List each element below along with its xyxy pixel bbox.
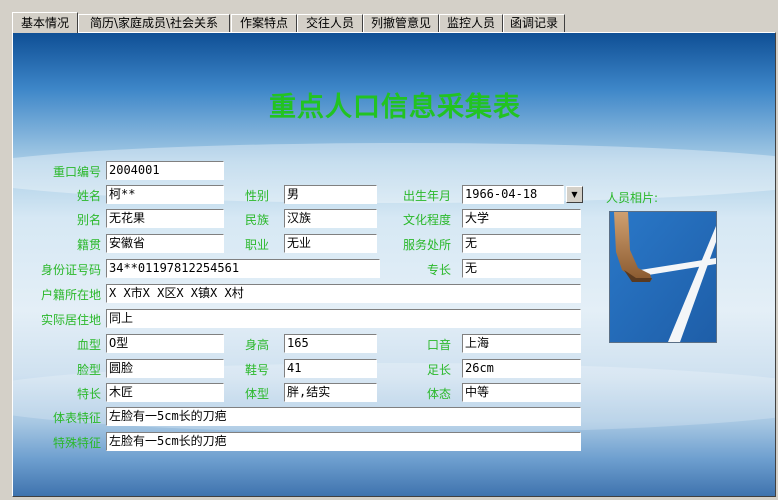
- ethnicity-field[interactable]: 汉族: [284, 209, 377, 228]
- skill-field[interactable]: 木匠: [106, 383, 224, 402]
- label-shoe: 鞋号: [244, 363, 269, 377]
- label-workplace: 服务处所: [402, 238, 451, 252]
- workplace-field[interactable]: 无: [462, 234, 581, 253]
- blood-type-field[interactable]: O型: [106, 334, 224, 353]
- shoe-size-field[interactable]: 41: [284, 359, 377, 378]
- label-education: 文化程度: [402, 213, 451, 227]
- tab-resume-family[interactable]: 简历\家庭成员\社会关系: [78, 14, 230, 32]
- gender-field[interactable]: 男: [284, 185, 377, 204]
- label-blood: 血型: [76, 338, 101, 352]
- foot-length-field[interactable]: 26cm: [462, 359, 581, 378]
- label-special: 特殊特征: [52, 436, 101, 450]
- education-field[interactable]: 大学: [462, 209, 581, 228]
- residence-address-field[interactable]: 同上: [106, 309, 581, 328]
- tab-inquiry-records[interactable]: 函调记录: [503, 14, 565, 32]
- tab-associates[interactable]: 交往人员: [297, 14, 363, 32]
- height-field[interactable]: 165: [284, 334, 377, 353]
- label-posture: 体态: [426, 387, 451, 401]
- label-skill: 特长: [76, 387, 101, 401]
- native-place-field[interactable]: 安徽省: [106, 234, 224, 253]
- posture-field[interactable]: 中等: [462, 383, 581, 402]
- tab-basic-info[interactable]: 基本情况: [12, 12, 78, 33]
- label-residence: 实际居住地: [40, 313, 101, 327]
- birth-date-field[interactable]: 1966-04-18: [462, 185, 564, 204]
- id-card-field[interactable]: 34**01197812254561: [106, 259, 380, 278]
- label-face: 脸型: [76, 363, 101, 377]
- label-native: 籍贯: [76, 238, 101, 252]
- page-title: 重点人口信息采集表: [269, 92, 521, 123]
- build-field[interactable]: 胖,结实: [284, 383, 377, 402]
- label-gender: 性别: [244, 189, 269, 203]
- tab-monitoring-staff[interactable]: 监控人员: [439, 14, 503, 32]
- alias-field[interactable]: 无花果: [106, 209, 224, 228]
- triangle-down-icon[interactable]: ▼: [566, 186, 583, 203]
- label-household: 户籍所在地: [40, 288, 101, 302]
- label-specialty: 专长: [426, 263, 451, 277]
- accent-field[interactable]: 上海: [462, 334, 581, 353]
- specialty-field[interactable]: 无: [462, 259, 581, 278]
- label-occupation: 职业: [244, 238, 269, 252]
- household-address-field[interactable]: X X市X X区X X镇X X村: [106, 284, 581, 303]
- tab-crime-characteristics[interactable]: 作案特点: [231, 14, 297, 32]
- label-foot: 足长: [426, 363, 451, 377]
- face-shape-field[interactable]: 圆脸: [106, 359, 224, 378]
- form-panel: 重点人口信息采集表 重口编号 2004001 姓名 柯** 性别 男 出生年月 …: [12, 32, 776, 497]
- label-ethnicity: 民族: [244, 213, 269, 227]
- special-features-field[interactable]: 左脸有一5cm长的刀疤: [106, 432, 581, 451]
- tab-removal-opinion[interactable]: 列撤管意见: [363, 14, 439, 32]
- photo-label: 人员相片:: [606, 191, 659, 205]
- label-birth: 出生年月: [402, 189, 451, 203]
- person-photo[interactable]: [609, 211, 717, 343]
- body-marks-field[interactable]: 左脸有一5cm长的刀疤: [106, 407, 581, 426]
- occupation-field[interactable]: 无业: [284, 234, 377, 253]
- label-name: 姓名: [76, 189, 101, 203]
- label-id-no: 重口编号: [52, 165, 101, 179]
- id-no-field[interactable]: 2004001: [106, 161, 224, 180]
- label-id-card: 身份证号码: [40, 263, 101, 277]
- name-field[interactable]: 柯**: [106, 185, 224, 204]
- label-height: 身高: [244, 338, 269, 352]
- photo-image: [610, 212, 716, 342]
- label-alias: 别名: [76, 213, 101, 227]
- label-marks: 体表特征: [52, 411, 101, 425]
- label-accent: 口音: [426, 338, 451, 352]
- label-build: 体型: [244, 387, 269, 401]
